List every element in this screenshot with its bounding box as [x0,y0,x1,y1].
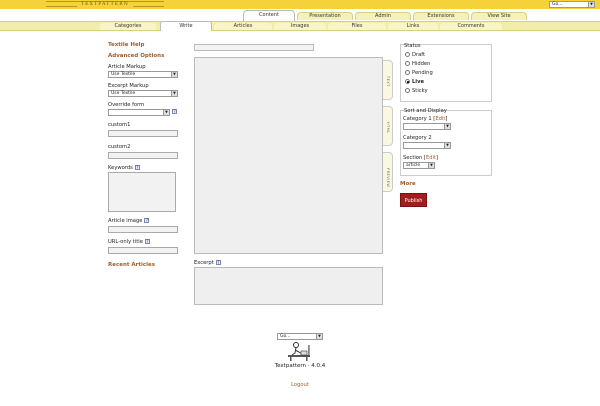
category1-edit-link[interactable]: Edit [435,116,445,122]
category2-select[interactable]: ▼ [403,142,451,149]
tab-comments[interactable]: Comments [440,23,502,30]
radio-icon [405,88,410,93]
radio-selected-icon [405,79,410,84]
radio-icon [405,61,410,66]
help-icon[interactable]: ? [144,218,150,223]
status-hidden[interactable]: Hidden [405,61,430,67]
sort-display-label: Sort and Display [404,108,447,114]
footer-jump-select[interactable]: Go... ▼ [277,333,323,340]
custom2-label: custom2 [108,144,131,150]
radio-icon [405,70,410,75]
chevron-down-icon: ▼ [428,163,434,168]
tab-images[interactable]: Images [274,23,326,30]
override-form-select[interactable]: ▼ [108,109,170,116]
radio-icon [405,52,410,57]
category2-label: Category 2 [403,135,432,141]
tab-admin[interactable]: Admin [355,12,411,20]
textpattern-mascot-icon [288,342,310,361]
advanced-options-link[interactable]: Advanced Options [108,53,164,59]
tab-categories[interactable]: Categories [100,23,156,30]
help-icon[interactable]: ? [144,239,150,244]
body-textarea[interactable] [194,57,383,254]
textile-help-link[interactable]: Textile Help [108,42,145,48]
chevron-down-icon: ▼ [444,143,450,148]
section-select[interactable]: article ▼ [403,162,435,169]
article-image-label: Article image? [108,218,150,224]
tab-extensions[interactable]: Extensions [413,12,469,20]
side-tab-text[interactable]: TEXT [383,60,393,100]
custom1-label: custom1 [108,122,131,128]
section-edit-link[interactable]: Edit [426,155,436,161]
secondary-tabs: Categories Write Articles Images Files L… [0,21,600,31]
status-pending[interactable]: Pending [405,70,433,76]
logout-link[interactable]: Logout [250,382,350,388]
version-text: Textpattern · 4.0.4 [274,363,326,369]
chevron-down-icon: ▼ [444,124,450,129]
excerpt-markup-label: Excerpt Markup [108,83,149,89]
tab-write[interactable]: Write [160,21,212,31]
keywords-textarea[interactable] [108,172,176,212]
excerpt-markup-select[interactable]: Use Textile ▼ [108,90,178,97]
side-tab-preview[interactable]: PREVIEW [383,152,393,192]
url-only-title-label: URL-only title? [108,239,150,245]
keywords-label: Keywords? [108,165,140,171]
textpattern-logo: TEXTPATTERN [46,1,164,7]
chevron-down-icon: ▼ [316,334,322,339]
help-icon[interactable]: ? [215,260,221,265]
tab-links[interactable]: Links [388,23,438,30]
category1-select[interactable]: ▼ [403,123,451,130]
status-label: Status [404,43,421,49]
custom1-input[interactable] [108,130,178,137]
publish-button[interactable]: Publish [400,193,427,207]
article-image-input[interactable] [108,226,178,233]
article-markup-select[interactable]: Use Textile ▼ [108,71,178,78]
tab-view-site[interactable]: View Site [471,12,527,20]
tab-articles[interactable]: Articles [214,23,272,30]
status-draft[interactable]: Draft [405,52,425,58]
status-live[interactable]: Live [405,79,424,85]
override-form-label: Override form [108,102,145,108]
tab-presentation[interactable]: Presentation [297,12,353,20]
category1-label: Category 1 [Edit] [403,116,448,122]
top-bar: TEXTPATTERN Go... ▼ [0,0,600,9]
chevron-down-icon: ▼ [588,2,594,7]
primary-tabs: Content Presentation Admin Extensions Vi… [0,9,600,21]
help-icon[interactable]: ? [134,165,140,170]
chevron-down-icon: ▼ [171,91,177,96]
section-label: Section [Edit] [403,155,439,161]
status-sticky[interactable]: Sticky [405,88,428,94]
side-tab-html[interactable]: HTML [383,106,393,146]
jump-to-select[interactable]: Go... ▼ [549,1,595,8]
excerpt-textarea[interactable] [194,267,383,305]
more-link[interactable]: More [400,181,416,187]
chevron-down-icon: ▼ [163,110,169,115]
tab-content[interactable]: Content [243,10,295,21]
title-input[interactable] [194,44,314,51]
chevron-down-icon: ▼ [171,72,177,77]
article-markup-label: Article Markup [108,64,146,70]
recent-articles-link[interactable]: Recent Articles [108,262,155,268]
help-icon[interactable]: ? [172,109,177,114]
tab-files[interactable]: Files [328,23,386,30]
url-only-title-input[interactable] [108,247,178,254]
excerpt-label: Excerpt? [194,260,221,266]
custom2-input[interactable] [108,152,178,159]
